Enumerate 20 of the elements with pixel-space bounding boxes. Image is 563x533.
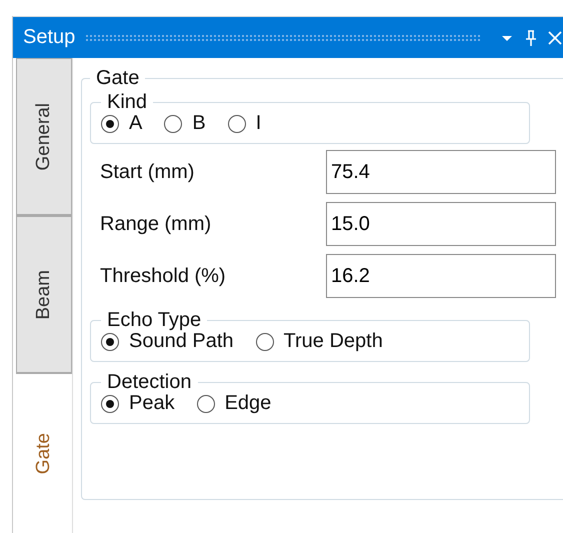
- input-field[interactable]: 15.0: [326, 202, 556, 246]
- radio-option[interactable]: I: [228, 112, 262, 135]
- radio-option[interactable]: Peak: [101, 392, 175, 415]
- radio-option[interactable]: A: [101, 112, 142, 135]
- window-title: Setup: [23, 26, 76, 49]
- field-label: Start (mm): [100, 160, 194, 184]
- group-title: Kind: [106, 92, 148, 112]
- field-label: Threshold (%): [100, 264, 226, 288]
- radio-option[interactable]: Sound Path: [101, 330, 234, 353]
- input-field[interactable]: 16.2: [326, 254, 556, 298]
- group-title: Detection: [106, 372, 192, 392]
- tab[interactable]: General: [16, 58, 72, 216]
- group-title: Echo Type: [106, 310, 202, 330]
- radio-option[interactable]: True Depth: [256, 330, 383, 353]
- field-label: Range (mm): [100, 212, 212, 236]
- group-title: Gate: [95, 68, 140, 88]
- radio-option[interactable]: Edge: [196, 392, 272, 415]
- tab[interactable]: Beam: [16, 216, 72, 374]
- input-field[interactable]: 75.4: [326, 150, 556, 194]
- radio-option[interactable]: B: [164, 112, 206, 135]
